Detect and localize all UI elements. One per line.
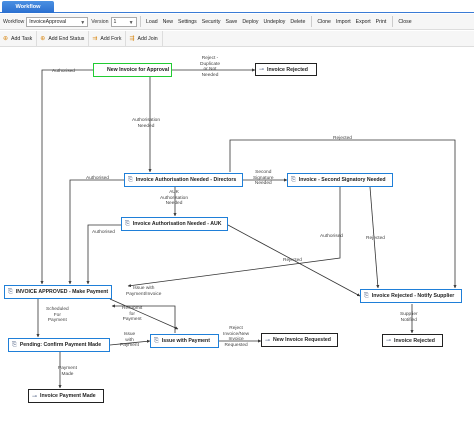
node-label: Invoice Rejected <box>267 66 308 73</box>
node-label: Issue with Payment <box>161 338 210 344</box>
workflow-label: Workflow <box>3 18 25 25</box>
clone-button[interactable]: Clone <box>317 19 331 25</box>
node-auth-needed-auk[interactable]: ⎘ Invoice Authorisation Needed - AUK <box>121 217 228 231</box>
edge-label-scheduled-for-payment: Scheduled For Payment <box>46 307 69 324</box>
toolbar-divider <box>391 16 393 27</box>
version-select[interactable]: 1 ▼ <box>110 16 137 27</box>
node-rejected-notify-supplier[interactable]: ⎘ Invoice Rejected - Notify Supplier <box>360 289 462 303</box>
deploy-button[interactable]: Deploy <box>242 19 258 25</box>
task-icon: ⎘ <box>364 292 369 299</box>
export-button[interactable]: Export <box>356 19 371 25</box>
delete-button[interactable]: Delete <box>290 19 305 25</box>
node-label: Invoice Rejected - Notify Supplier <box>371 293 455 299</box>
add-end-status-icon: ⊕ <box>40 36 46 42</box>
toolbar-divider <box>310 16 312 27</box>
version-select-value: 1 <box>113 18 117 25</box>
edge-label-authorised-4: Authorised <box>320 234 343 239</box>
add-task-icon: ⊕ <box>3 36 9 42</box>
toolbar-divider <box>139 16 141 27</box>
node-invoice-rejected-bottom[interactable]: ⊸ Invoice Rejected <box>382 334 443 347</box>
node-label: Invoice Rejected <box>394 337 435 344</box>
node-issue-with-payment[interactable]: ⎘ Issue with Payment <box>150 334 219 348</box>
edge-label-auk-authorisation-needed: AUK Authorisation Needed <box>160 190 188 207</box>
version-label: Version <box>91 18 109 25</box>
end-status-icon: ⊸ <box>32 393 38 400</box>
edge-rejected-1 <box>229 139 457 289</box>
add-fork-label: Add Fork <box>100 35 122 42</box>
new-button[interactable]: New <box>163 19 173 25</box>
node-label: Invoice Authorisation Needed - AUK <box>132 221 222 227</box>
edge-label-reject-invoice-new: Reject Invoice/New Invoice Requested <box>223 326 250 348</box>
edge-label-authorised-1: Authorised <box>52 69 75 74</box>
task-icon: ⎘ <box>8 288 13 295</box>
print-button[interactable]: Print <box>376 19 387 25</box>
end-status-icon: ⊸ <box>265 337 271 344</box>
edge-label-authorised-2: Authorised <box>86 176 109 181</box>
node-auth-needed-directors[interactable]: ⎘ Invoice Authorisation Needed - Directo… <box>124 173 243 187</box>
toolbar: Workflow InvoiceApproval ▼ Version 1 ▼ L… <box>0 14 474 30</box>
node-label: Invoice Authorisation Needed - Directors <box>135 177 237 183</box>
node-label: INVOICE APPROVED - Make Payment <box>15 289 109 295</box>
edge-label-second-signature-needed: Second Signature Needed <box>253 170 274 187</box>
tab-strip: Workflow <box>0 0 474 13</box>
import-button[interactable]: Import <box>336 19 351 25</box>
add-join-label: Add Join <box>137 35 158 42</box>
end-status-icon: ⊸ <box>386 338 392 344</box>
task-icon: ⎘ <box>154 337 159 344</box>
node-invoice-rejected-top[interactable]: ⊸ Invoice Rejected <box>255 63 317 76</box>
workflow-select-value: InvoiceApproval <box>29 18 67 25</box>
settings-button[interactable]: Settings <box>178 19 197 25</box>
workflow-select[interactable]: InvoiceApproval ▼ <box>26 16 89 27</box>
node-label: New Invoice for Approval <box>107 67 170 73</box>
add-task-label: Add Task <box>11 35 33 42</box>
node-new-invoice-requested[interactable]: ⊸ New Invoice Requested <box>261 333 338 347</box>
node-invoice-approved-make-payment[interactable]: ⎘ INVOICE APPROVED - Make Payment <box>4 285 112 299</box>
edge-label-issue-with-payment: Issue with Payment/Invoice <box>126 286 162 297</box>
add-end-status-label: Add End Status <box>48 35 85 42</box>
edge-label-rejected-3: Rejected <box>283 258 302 263</box>
tab-workflow[interactable]: Workflow <box>2 1 54 13</box>
task-icon: ⎘ <box>128 176 133 183</box>
load-button[interactable]: Load <box>146 19 158 25</box>
node-new-invoice-for-approval[interactable]: New Invoice for Approval <box>93 63 172 77</box>
edge-label-payment-made: Payment Made <box>58 366 77 377</box>
join-icon: ⇶ <box>129 36 135 42</box>
task-icon: ⎘ <box>12 341 17 348</box>
chevron-down-icon: ▼ <box>128 19 134 26</box>
node-label: New Invoice Requested <box>273 337 331 343</box>
edge-label-reject-duplicate: Reject - Duplicate or Not Needed <box>200 56 220 78</box>
save-button[interactable]: Save <box>225 19 237 25</box>
add-task-button[interactable]: ⊕ Add Task <box>0 30 38 47</box>
add-join-button[interactable]: ⇶ Add Join <box>126 30 163 47</box>
task-icon: ⎘ <box>291 176 296 183</box>
close-button[interactable]: Close <box>398 19 411 25</box>
edge-label-resubmit: Resubmit for Payment <box>122 306 143 323</box>
fork-icon: ⇉ <box>92 36 98 42</box>
node-label: Invoice Payment Made <box>40 393 96 399</box>
edge-label-rejected-2: Rejected <box>366 236 385 241</box>
end-status-icon: ⊸ <box>259 67 265 73</box>
edge-issue-with-payment <box>109 298 179 330</box>
task-icon: ⎘ <box>125 220 130 227</box>
edge-label-supplier-notified: Supplier Notified <box>400 312 418 323</box>
node-pending-confirm-payment[interactable]: ⎘ Pending: Confirm Payment Made <box>8 338 110 352</box>
edge-label-rejected-1: Rejected <box>333 136 352 141</box>
workflow-canvas[interactable]: New Invoice for Approval ⊸ Invoice Rejec… <box>0 48 474 430</box>
edge-label-authorised-3: Authorised <box>92 230 115 235</box>
security-button[interactable]: Security <box>202 19 221 25</box>
action-bar: ⊕ Add Task ⊕ Add End Status ⇉ Add Fork ⇶… <box>0 30 474 47</box>
node-second-signatory-needed[interactable]: ⎘ Invoice - Second Signatory Needed <box>287 173 393 187</box>
node-label: Invoice - Second Signatory Needed <box>298 177 386 183</box>
edge-label-authorisation-needed: Authorisation Needed <box>132 118 160 129</box>
node-invoice-payment-made[interactable]: ⊸ Invoice Payment Made <box>28 389 104 403</box>
chevron-down-icon: ▼ <box>80 19 86 26</box>
add-fork-button[interactable]: ⇉ Add Fork <box>89 30 127 47</box>
add-end-status-button[interactable]: ⊕ Add End Status <box>37 30 90 47</box>
node-label: Pending: Confirm Payment Made <box>19 342 102 348</box>
undeploy-button[interactable]: Undeploy <box>263 19 285 25</box>
edge-label-issue-with-payment-2: Issue with Payment <box>120 332 139 349</box>
